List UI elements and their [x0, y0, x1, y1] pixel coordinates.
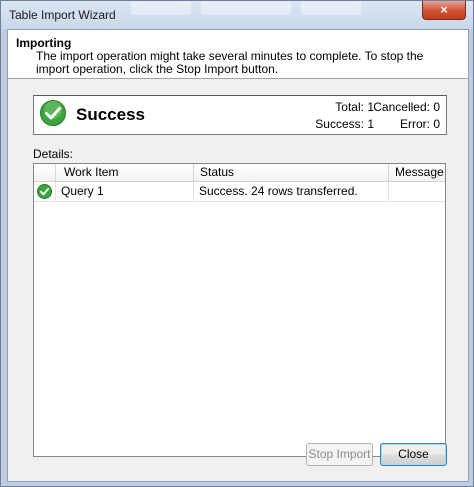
- stop-import-button[interactable]: Stop Import: [306, 443, 373, 466]
- dialog-client-area: Importing The import operation might tak…: [7, 29, 469, 482]
- window-title: Table Import Wizard: [9, 8, 116, 22]
- total-count: Total: 1: [335, 100, 374, 114]
- cancelled-count: Cancelled: 0: [373, 100, 440, 114]
- wizard-window: Table Import Wizard × Importing The impo…: [0, 0, 474, 487]
- cancelled-label: Cancelled:: [373, 100, 430, 114]
- status-cell: Success. 24 rows transferred.: [194, 182, 389, 201]
- cancelled-value: 0: [433, 100, 440, 114]
- window-close-button[interactable]: ×: [422, 1, 466, 20]
- success-check-icon: [37, 184, 52, 199]
- error-label: Error:: [399, 117, 430, 131]
- page-title: Importing: [16, 36, 72, 50]
- error-value: 0: [433, 117, 440, 131]
- message-cell: [389, 182, 445, 201]
- close-icon: ×: [440, 2, 448, 17]
- page-description: The import operation might take several …: [36, 49, 424, 76]
- wizard-header: Importing The import operation might tak…: [8, 30, 468, 79]
- success-label: Success:: [315, 117, 364, 131]
- grid-header: Work Item Status Message: [34, 164, 445, 182]
- details-label: Details:: [33, 147, 74, 161]
- background-tab-ghost: [131, 1, 191, 15]
- column-header-message[interactable]: Message: [389, 164, 445, 181]
- details-grid[interactable]: Work Item Status Message Query 1 Success…: [33, 163, 446, 457]
- icon-column-header[interactable]: [34, 164, 56, 181]
- work-item-cell: Query 1: [56, 182, 194, 201]
- status-text: Success: [76, 105, 145, 124]
- error-count: Error: 0: [400, 117, 440, 131]
- success-check-icon: [40, 100, 66, 126]
- column-header-status[interactable]: Status: [194, 164, 389, 181]
- total-label: Total:: [335, 100, 364, 114]
- close-button[interactable]: Close: [380, 443, 447, 466]
- row-icon-cell: [34, 182, 56, 201]
- background-tab-ghost: [201, 1, 291, 15]
- import-status-panel: Success Total: 1 Cancelled: 0 Success: 1…: [33, 95, 447, 135]
- table-row[interactable]: Query 1 Success. 24 rows transferred.: [34, 182, 445, 202]
- success-value: 1: [367, 117, 374, 131]
- success-count: Success: 1: [315, 117, 374, 131]
- title-bar[interactable]: Table Import Wizard ×: [1, 1, 473, 29]
- background-tab-ghost: [301, 1, 361, 15]
- column-header-work-item[interactable]: Work Item: [56, 164, 194, 181]
